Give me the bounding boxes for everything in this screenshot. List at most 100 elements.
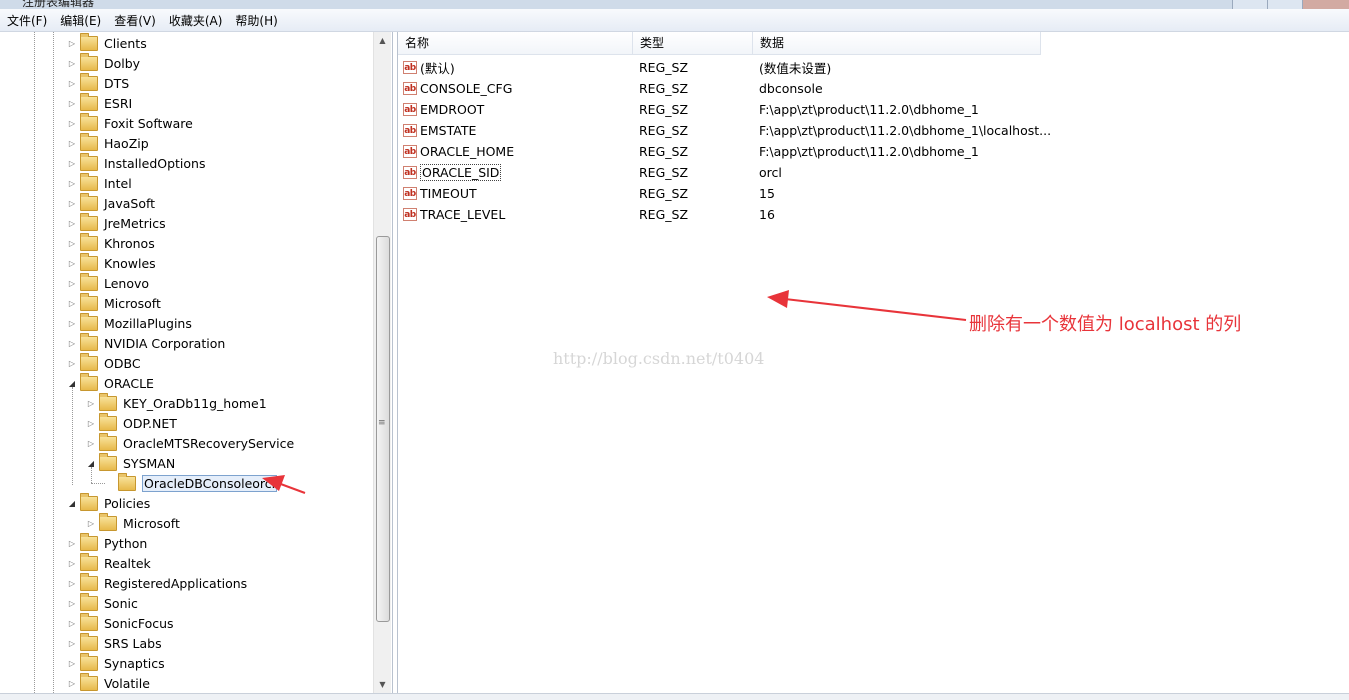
column-name[interactable]: 名称 [398, 32, 633, 54]
close-button[interactable] [1302, 0, 1349, 9]
expand-icon[interactable]: ▷ [66, 219, 78, 228]
scrollbar-thumb[interactable] [376, 236, 390, 622]
tree-node[interactable]: ▷ Lenovo [66, 272, 149, 293]
tree-node[interactable]: ▷ Realtek [66, 552, 151, 573]
expand-icon[interactable]: ▷ [66, 159, 78, 168]
tree-node[interactable]: ▷ KEY_OraDb11g_home1 [85, 392, 267, 413]
tree-node[interactable]: ▷ ODBC [66, 352, 141, 373]
folder-icon [80, 672, 98, 691]
tree-node[interactable]: ◢ Policies [66, 492, 150, 513]
tree-node[interactable]: ▷ Knowles [66, 252, 156, 273]
tree-node[interactable]: ▷ DTS [66, 72, 129, 93]
column-type[interactable]: 类型 [633, 32, 753, 54]
expand-icon[interactable]: ▷ [85, 399, 97, 408]
tree-node[interactable]: ▷ Clients [66, 32, 147, 53]
expand-icon[interactable]: ▷ [66, 659, 78, 668]
value-type: REG_SZ [639, 207, 689, 222]
tree-node[interactable]: ▷ Dolby [66, 52, 141, 73]
tree-node[interactable]: ▷ ODP.NET [85, 412, 177, 433]
scroll-down-icon[interactable]: ▼ [374, 676, 391, 693]
expand-icon[interactable]: ▷ [66, 99, 78, 108]
tree-node[interactable]: ▷ NVIDIA Corporation [66, 332, 225, 353]
expand-icon[interactable]: ▷ [66, 199, 78, 208]
expand-icon[interactable]: ▷ [66, 359, 78, 368]
reg-sz-icon: ab [403, 208, 417, 221]
tree-node[interactable]: ▷ OracleMTSRecoveryService [85, 432, 294, 453]
registry-key-tree[interactable]: ▲ ≡ ▼ ▷ Clients ▷ Dolby ▷ DTS ▷ ESRI ▷ Foxit Soft… [0, 32, 393, 693]
expand-icon[interactable]: ▷ [66, 679, 78, 688]
tree-node[interactable]: ▷ Synaptics [66, 652, 165, 673]
folder-icon [80, 252, 98, 271]
expand-icon[interactable]: ▷ [66, 179, 78, 188]
maximize-button[interactable] [1267, 0, 1302, 9]
value-name-cell: ab CONSOLE_CFG [403, 81, 512, 96]
expand-icon[interactable]: ▷ [66, 79, 78, 88]
tree-node[interactable]: ▷ SRS Labs [66, 632, 162, 653]
tree-node[interactable]: ▷ SonicFocus [66, 612, 174, 633]
registry-values-list[interactable]: 名称 类型 数据 ab (默认) REG_SZ (数值未设置) ab CONSOLE_CF… [397, 32, 1349, 693]
tree-node[interactable]: ▷ JavaSoft [66, 192, 156, 213]
minimize-button[interactable] [1232, 0, 1267, 9]
expand-icon[interactable]: ▷ [66, 539, 78, 548]
folder-icon [80, 332, 98, 351]
tree-node[interactable]: ▷ RegisteredApplications [66, 572, 247, 593]
tree-node[interactable]: ▷ Volatile [66, 672, 150, 693]
expand-icon[interactable]: ▷ [66, 39, 78, 48]
expand-icon[interactable]: ▷ [66, 579, 78, 588]
expand-icon[interactable]: ▷ [66, 339, 78, 348]
value-name: TIMEOUT [420, 186, 477, 201]
expand-icon[interactable]: ▷ [66, 119, 78, 128]
tree-node-label: Dolby [104, 55, 141, 71]
expand-icon[interactable]: ▷ [66, 259, 78, 268]
expand-icon[interactable]: ▷ [66, 239, 78, 248]
value-data: F:\app\zt\product\11.2.0\dbhome_1 [759, 102, 979, 117]
tree-node[interactable]: ▷ Khronos [66, 232, 155, 253]
folder-icon [80, 112, 98, 131]
column-data[interactable]: 数据 [753, 32, 1041, 54]
tree-node-label: MozillaPlugins [104, 315, 192, 331]
expand-icon[interactable]: ▷ [66, 59, 78, 68]
expand-icon[interactable]: ▷ [66, 619, 78, 628]
tree-node[interactable]: ▷ ESRI [66, 92, 132, 113]
tree-node[interactable]: ▷ Sonic [66, 592, 138, 613]
tree-node[interactable]: ◢ ORACLE [66, 372, 154, 393]
expand-icon[interactable]: ▷ [66, 299, 78, 308]
tree-scrollbar[interactable]: ▲ ≡ ▼ [373, 32, 391, 693]
folder-icon [80, 312, 98, 331]
tree-node-label: Python [104, 535, 148, 551]
tree-node-label: SYSMAN [123, 455, 176, 471]
tree-node[interactable]: ▷ Intel [66, 172, 132, 193]
menu-view[interactable]: 查看(V) [107, 12, 162, 29]
tree-node[interactable]: ▷ Python [66, 532, 148, 553]
expand-icon[interactable]: ▷ [66, 639, 78, 648]
expand-icon[interactable]: ▷ [66, 319, 78, 328]
tree-node-label: Microsoft [123, 515, 180, 531]
tree-node[interactable]: ▷ Microsoft [66, 292, 161, 313]
collapse-icon[interactable]: ◢ [66, 499, 78, 508]
expand-icon[interactable]: ▷ [66, 139, 78, 148]
value-data: (数值未设置) [759, 61, 832, 76]
menu-file[interactable]: 文件(F) [0, 12, 53, 29]
tree-node[interactable]: ▷ JreMetrics [66, 212, 166, 233]
menu-edit[interactable]: 编辑(E) [53, 12, 107, 29]
expand-icon[interactable]: ▷ [66, 599, 78, 608]
expand-icon[interactable]: ▷ [85, 439, 97, 448]
tree-node[interactable]: ◢ SYSMAN [85, 452, 176, 473]
tree-node[interactable]: ▷ MozillaPlugins [66, 312, 192, 333]
expand-icon[interactable]: ▷ [85, 519, 97, 528]
tree-node[interactable]: OracleDBConsoleorcl [104, 472, 278, 493]
tree-node-label: JavaSoft [104, 195, 156, 211]
menu-favorites[interactable]: 收藏夹(A) [162, 12, 229, 29]
tree-node[interactable]: ▷ Foxit Software [66, 112, 193, 133]
folder-icon [99, 392, 117, 411]
expand-icon[interactable]: ▷ [85, 419, 97, 428]
tree-node[interactable]: ▷ InstalledOptions [66, 152, 205, 173]
tree-node[interactable]: ▷ HaoZip [66, 132, 149, 153]
folder-icon [80, 72, 98, 91]
scroll-up-icon[interactable]: ▲ [374, 32, 391, 49]
expand-icon[interactable]: ▷ [66, 559, 78, 568]
tree-node[interactable]: ▷ Microsoft [85, 512, 180, 533]
expand-icon[interactable]: ▷ [66, 279, 78, 288]
menu-help[interactable]: 帮助(H) [228, 12, 283, 29]
tree-guide-line [34, 32, 35, 693]
